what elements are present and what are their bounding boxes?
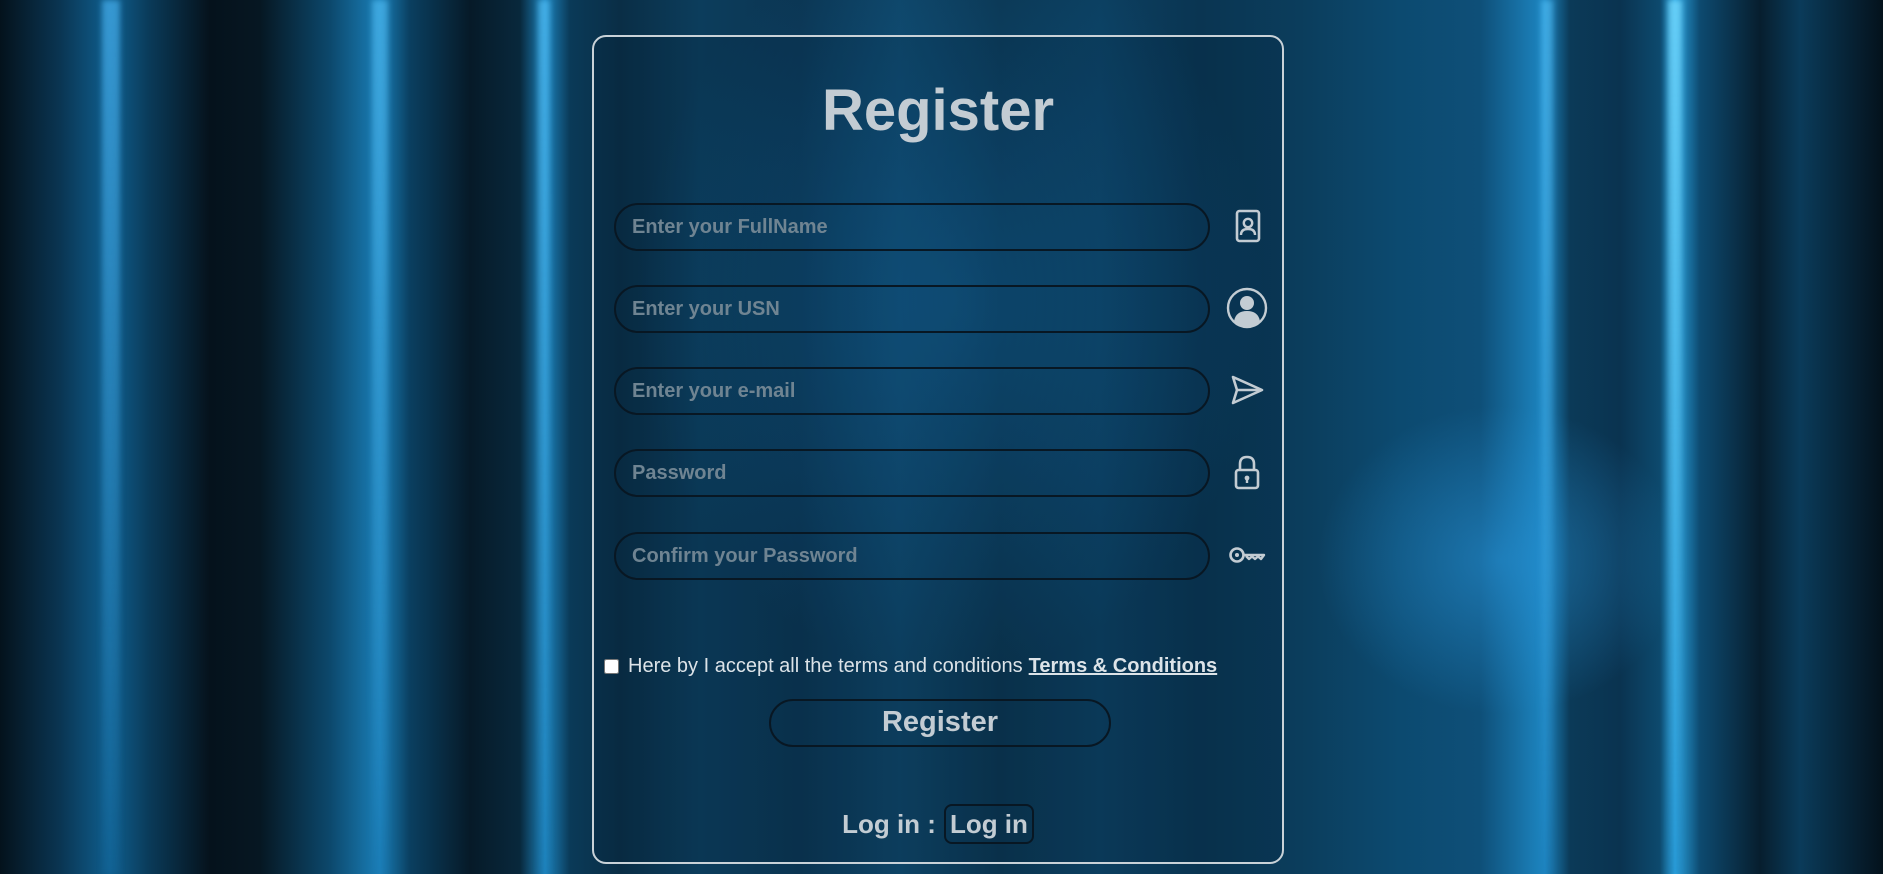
lock-icon xyxy=(1234,455,1260,490)
email-input[interactable] xyxy=(614,367,1210,415)
password-input[interactable] xyxy=(614,449,1210,497)
terms-link[interactable]: Terms & Conditions xyxy=(1029,655,1218,678)
register-button[interactable]: Register xyxy=(769,699,1111,747)
fullname-input[interactable] xyxy=(614,203,1210,251)
terms-checkbox[interactable] xyxy=(604,658,619,674)
light-streak xyxy=(1541,0,1553,874)
light-streak xyxy=(538,0,550,874)
terms-text: Here by I accept all the terms and condi… xyxy=(628,654,1023,677)
register-card: Register Here by I accept all the terms … xyxy=(592,35,1284,864)
terms-row: Here by I accept all the terms and condi… xyxy=(604,654,1217,678)
light-streak xyxy=(372,0,388,874)
page-title: Register xyxy=(821,78,1055,143)
login-row: Log in : Log in xyxy=(594,804,1282,844)
usn-input[interactable] xyxy=(614,285,1210,333)
login-prompt: Log in : xyxy=(842,808,936,839)
send-icon xyxy=(1231,375,1264,405)
login-button[interactable]: Log in xyxy=(943,804,1034,844)
confirm-password-input[interactable] xyxy=(614,532,1210,580)
light-streak xyxy=(1668,0,1682,874)
contact-card-icon xyxy=(1235,209,1261,243)
key-icon xyxy=(1229,547,1266,563)
user-avatar-icon xyxy=(1226,287,1268,329)
light-streak xyxy=(102,0,120,874)
